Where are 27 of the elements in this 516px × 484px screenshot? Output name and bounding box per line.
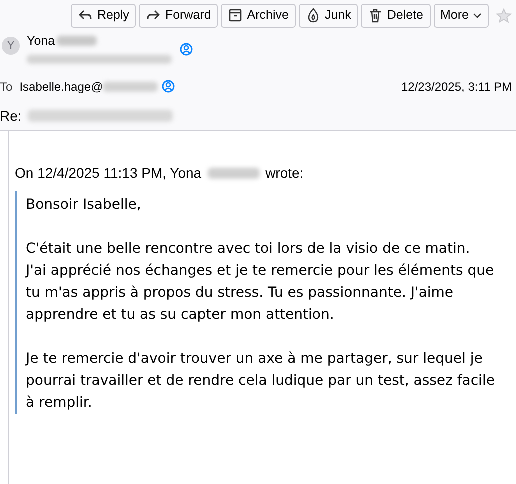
trash-icon (368, 8, 384, 23)
attribution-text: wrote: (266, 164, 304, 183)
forward-button[interactable]: Forward (139, 4, 218, 28)
contact-icon[interactable] (162, 80, 176, 94)
delete-button[interactable]: Delete (361, 4, 431, 28)
sender-name: Yona (27, 33, 56, 50)
redacted-text (103, 82, 158, 92)
more-button[interactable]: More (434, 4, 489, 28)
attribution-text: On 12/4/2025 11:13 PM, Yona (15, 164, 202, 183)
chevron-down-icon (473, 12, 482, 18)
junk-button[interactable]: Junk (298, 4, 358, 28)
star-icon[interactable] (496, 8, 512, 24)
to-label: To (0, 78, 13, 96)
archive-button[interactable]: Archive (221, 4, 296, 28)
contact-icon[interactable] (180, 43, 193, 56)
quote-paragraph: C'était une belle rencontre avec toi lors de la visio de ce matin. J'ai apprécié nos échanges et je te remercie pour les éléments que tu m'as appris à propos du stress. Tu es passionnante. J'aime apprendre et tu as su capter mon attention. (26, 240, 496, 325)
archive-icon (228, 8, 244, 23)
recipient-address[interactable]: Isabelle.hage@ (20, 78, 104, 96)
reply-button[interactable]: Reply (71, 4, 136, 28)
redacted-text (208, 168, 260, 179)
avatar: Y (2, 37, 20, 55)
quote-paragraph: Je te remercie d'avoir trouver un axe à me partager, sur lequel je pourrai travailler et de rendre cela ludique par un test, assez facile à remplir. (26, 350, 496, 413)
message-date: 12/23/2025, 3:11 PM (401, 78, 512, 96)
subject: Re: (0, 106, 22, 126)
flame-icon (306, 8, 321, 23)
quote-paragraph: Bonsoir Isabelle, (26, 196, 142, 215)
redacted-text (57, 36, 98, 46)
